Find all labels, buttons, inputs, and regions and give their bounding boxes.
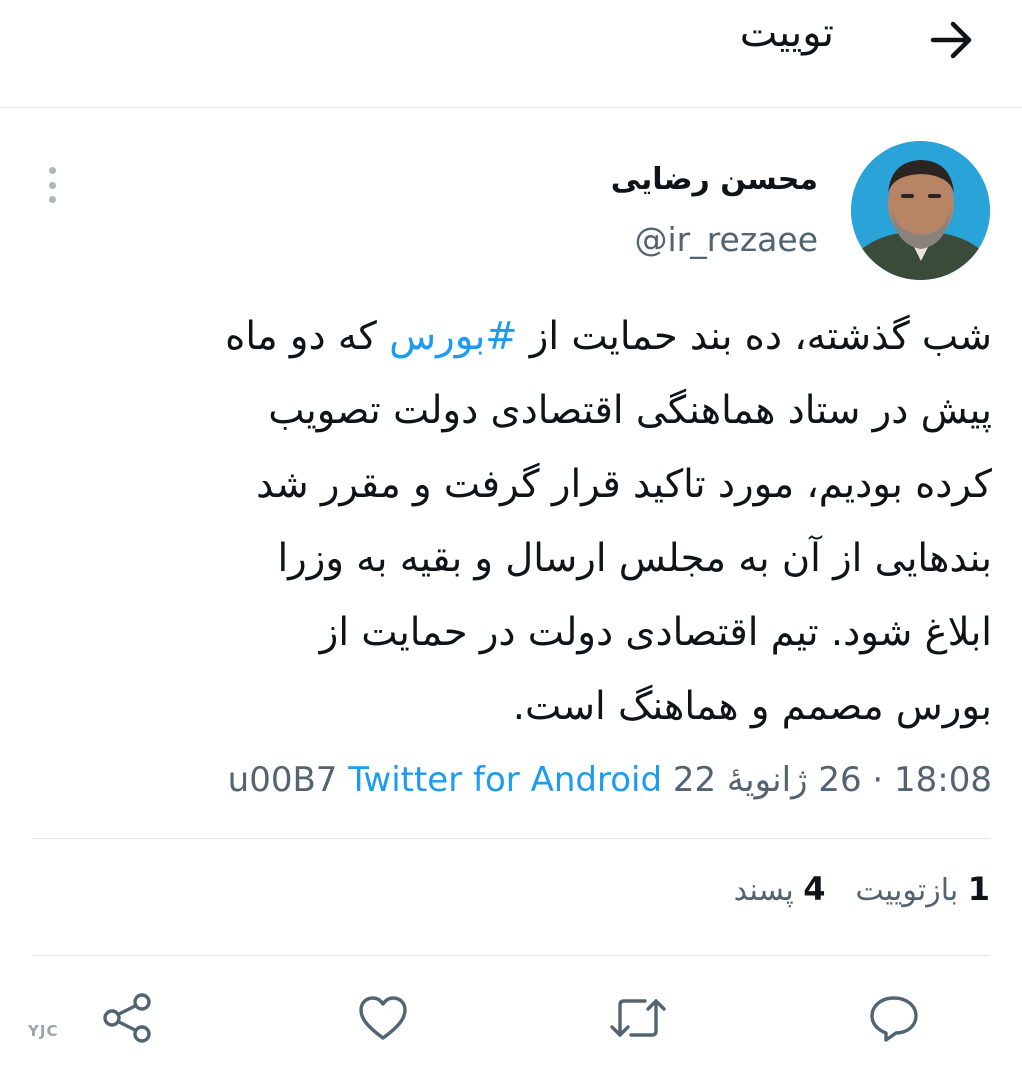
reply-icon bbox=[870, 996, 918, 1042]
tweet-line: بورس مصمم و هماهنگ است. bbox=[512, 684, 992, 729]
tweet-line: پیش در ستاد هماهنگی اقتصادی دولت تصویب bbox=[268, 388, 992, 433]
avatar[interactable] bbox=[851, 141, 990, 280]
dot-icon bbox=[48, 167, 56, 174]
share-icon bbox=[103, 993, 151, 1043]
heart-icon bbox=[359, 996, 407, 1040]
tweet-text: شب گذشته، ده بند حمایت از #بورس که دو ما… bbox=[24, 300, 992, 744]
tweet-line: کرده بودیم، مورد تاکید قرار گرفت و مقرر … bbox=[256, 462, 992, 507]
retweets-count: 1 bbox=[967, 870, 990, 908]
tweet-text-segment: که دو ماه bbox=[225, 314, 390, 359]
meta-glyph: u00B7 bbox=[227, 760, 338, 800]
divider bbox=[32, 838, 990, 839]
tweet-stats: 1 بازتوییت 4 پسند bbox=[734, 870, 990, 908]
retweets-stat[interactable]: 1 بازتوییت bbox=[855, 870, 991, 908]
likes-count: 4 bbox=[803, 870, 826, 908]
author-handle[interactable]: @ir_rezaee bbox=[634, 220, 818, 259]
tweet-time: 18:08 bbox=[894, 760, 992, 800]
likes-stat[interactable]: 4 پسند bbox=[733, 870, 826, 908]
dot-icon bbox=[48, 181, 56, 189]
tweet-text-segment: شب گذشته، ده بند حمایت از bbox=[517, 314, 992, 359]
retweet-icon bbox=[610, 999, 666, 1037]
tweet-line: شب گذشته، ده بند حمایت از #بورس که دو ما… bbox=[24, 300, 992, 374]
page-title: توییت bbox=[739, 10, 834, 56]
dot-icon bbox=[48, 196, 56, 203]
meta-separator: · bbox=[872, 760, 884, 800]
tweet-source-link[interactable]: Twitter for Android bbox=[348, 760, 662, 800]
tweet-line: بندهایی از آن به مجلس ارسال و بقیه به وز… bbox=[277, 536, 992, 581]
like-button[interactable] bbox=[351, 988, 415, 1048]
tweet-date: 26 ژانویهٔ 22 bbox=[672, 760, 862, 800]
share-button[interactable] bbox=[96, 988, 160, 1048]
top-app-bar: توییت bbox=[0, 0, 1022, 108]
arrow-right-icon bbox=[930, 21, 972, 59]
back-button[interactable] bbox=[926, 14, 978, 66]
author-name[interactable]: محسن رضایی bbox=[611, 162, 818, 197]
retweet-button[interactable] bbox=[606, 988, 670, 1048]
retweets-label: بازتوییت bbox=[855, 873, 959, 908]
tweet-meta: 18:08 · 26 ژانویهٔ 22 u00B7 Twitter for … bbox=[228, 760, 992, 800]
tweet-detail-page: توییت محسن رضایی @ir_rezaee شب گذشته، ده… bbox=[0, 0, 1022, 1080]
profile-photo bbox=[851, 141, 990, 280]
watermark-logo: YJC bbox=[28, 1022, 59, 1040]
tweet-line: ابلاغ شود. تیم اقتصادی دولت در حمایت از bbox=[319, 610, 992, 655]
divider bbox=[32, 955, 990, 956]
more-options-button[interactable] bbox=[38, 165, 66, 205]
hashtag-link[interactable]: #بورس bbox=[389, 314, 517, 359]
reply-button[interactable] bbox=[862, 988, 926, 1048]
likes-label: پسند bbox=[733, 873, 794, 908]
